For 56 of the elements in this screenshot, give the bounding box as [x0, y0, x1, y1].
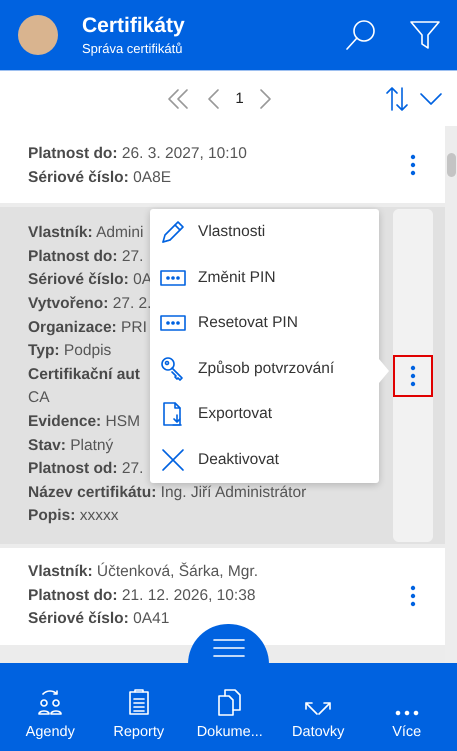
certificate-field: Platnost do: 26. 3. 2027, 10:10 — [28, 142, 247, 166]
menu-item[interactable]: Resetovat PIN — [150, 300, 379, 346]
more-options-button[interactable] — [393, 354, 433, 397]
menu-item[interactable]: Deaktivovat — [150, 437, 379, 483]
certificate-field: Popis: xxxxx — [28, 504, 118, 528]
dots-box-icon — [160, 313, 186, 334]
sort-arrows-icon — [385, 86, 409, 112]
arrows-icon — [305, 702, 332, 716]
certificate-card[interactable]: Vlastník: Účtenková, Šárka, Mgr. Platnost do: 21. 12. 2026, 10:38 Sériové číslo: 0A41 — [0, 548, 445, 645]
menu-item[interactable]: Způsob potvrzování — [150, 346, 379, 392]
certificate-field: Certifikační aut — [28, 362, 140, 386]
certificate-field: Vlastník: Admini — [28, 221, 144, 245]
dots-box-icon — [160, 268, 186, 288]
people-icon — [36, 688, 64, 716]
certificate-card[interactable] — [0, 207, 445, 544]
nav-tab[interactable]: Datovky — [275, 680, 362, 740]
nav-tab[interactable]: Reporty — [96, 680, 182, 740]
search-icon — [344, 18, 378, 52]
page-subtitle: Správa certifikátů — [82, 41, 184, 56]
certificate-field: Vytvořeno: 27. 2. — [28, 292, 152, 316]
kebab-icon — [410, 154, 416, 176]
avatar-photo-placeholder[interactable] — [18, 15, 58, 55]
menu-item[interactable]: Exportovat — [150, 392, 379, 438]
certificate-field: Typ: Podpis — [28, 339, 112, 363]
certificate-field: Platnost do: 21. 12. 2026, 10:38 — [28, 584, 256, 608]
certificate-field: Platnost do: 27. — [28, 244, 144, 268]
scrollbar[interactable] — [445, 126, 457, 663]
certificate-field: Sériové číslo: 0A41 — [28, 607, 170, 631]
sort-button[interactable] — [385, 86, 409, 112]
certificate-field: Název certifikátu: Ing. Jiří Administrátor — [28, 480, 306, 504]
menu-item[interactable]: Změnit PIN — [150, 254, 379, 300]
documents-icon — [216, 688, 244, 716]
certificate-field: Vlastník: Účtenková, Šárka, Mgr. — [28, 560, 258, 584]
pencil-icon — [160, 218, 186, 245]
more-icon — [394, 710, 419, 716]
scrollbar-thumb[interactable] — [447, 153, 456, 177]
certificate-field: Organizace: PRI — [28, 316, 147, 340]
page-number: 1 — [235, 90, 244, 107]
menu-item[interactable]: Vlastnosti — [150, 209, 379, 255]
certificate-field: Evidence: HSM — [28, 410, 140, 434]
certificate-card[interactable]: Platnost do: 26. 3. 2027, 10:10 Sériové číslo: 0A8E — [0, 126, 445, 204]
nav-tab[interactable]: Více — [364, 680, 450, 740]
sort-dropdown-button[interactable] — [419, 90, 443, 106]
chevron-down-icon — [419, 90, 443, 106]
menu-icon — [212, 638, 244, 658]
certificate-field: Platnost od: 27. — [28, 457, 144, 481]
filter-icon — [408, 18, 442, 52]
nav-tab[interactable]: Agendy — [7, 680, 94, 740]
nav-tab[interactable]: Dokume... — [186, 680, 273, 740]
close-icon — [160, 446, 186, 473]
kebab-icon — [410, 585, 416, 608]
certificate-field: Stav: Platný — [28, 434, 114, 458]
page-title: Certifikáty — [82, 14, 186, 38]
certificate-field: Sériové číslo: 0A8E — [28, 166, 172, 190]
kebab-icon — [410, 364, 416, 387]
certificate-field: CA — [28, 386, 50, 410]
